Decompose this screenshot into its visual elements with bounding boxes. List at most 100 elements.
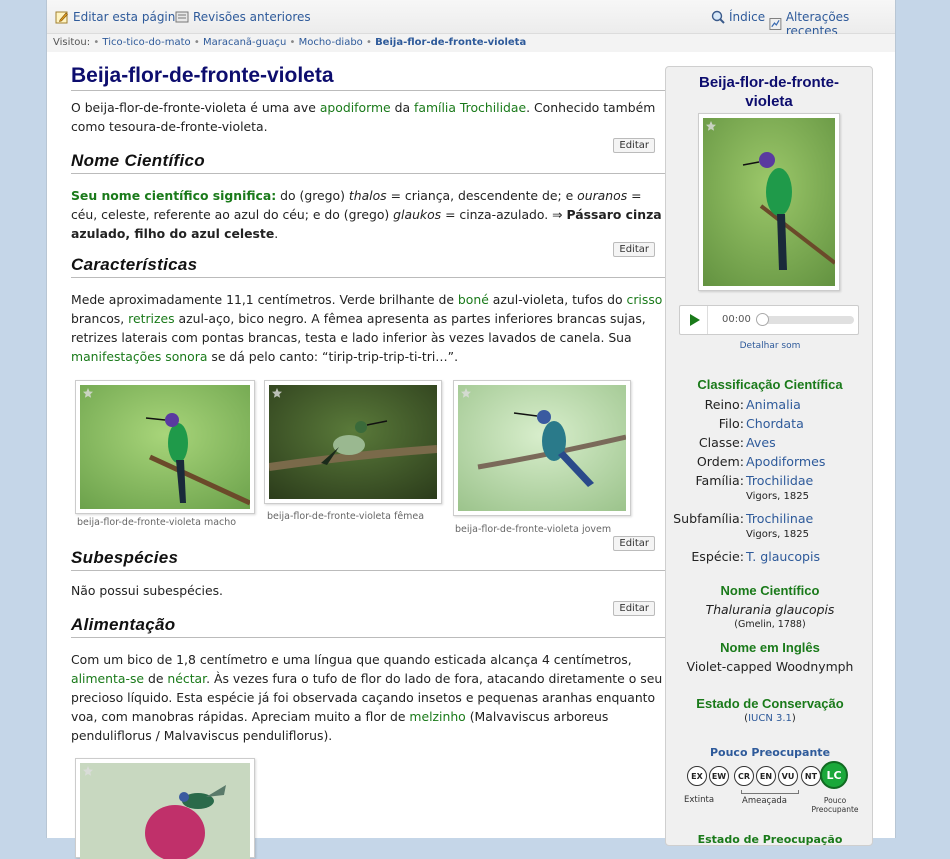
name-meaning-link[interactable]: Seu nome científico significa:: [71, 188, 276, 203]
scientific-name-author: (Gmelin, 1788): [734, 619, 806, 630]
magnifier-icon: [711, 10, 725, 24]
status-vu-badge: VU: [778, 766, 798, 786]
audio-progress-handle[interactable]: [756, 313, 769, 326]
taxonomy-link[interactable]: Animalia: [746, 397, 801, 412]
english-name-heading: Nome em Inglês: [720, 640, 820, 655]
gallery-image-male[interactable]: [75, 380, 255, 514]
breadcrumb-link[interactable]: Mocho-diabo: [299, 37, 363, 48]
taxonomy-rank: Ordem:: [696, 454, 744, 469]
characteristics-paragraph: Mede aproximadamente 11,1 centímetros. V…: [71, 292, 663, 364]
taxonomy-rank: Filo:: [718, 416, 744, 431]
taxonomy-rank: Subfamília:: [673, 511, 744, 526]
iucn-link[interactable]: IUCN 3.1: [748, 713, 792, 724]
top-toolbar: Editar esta página Revisões anteriores Í…: [47, 0, 895, 38]
hummingbird-flower-photo: [80, 763, 250, 859]
iucn-reference: (IUCN 3.1): [744, 713, 796, 724]
audio-time: 00:00: [722, 314, 751, 325]
edit-section-button[interactable]: Editar: [613, 601, 655, 616]
taxonomy-link[interactable]: Aves: [746, 435, 776, 450]
taxonomy-link[interactable]: T. glaucopis: [746, 549, 820, 564]
food-paragraph: Com um bico de 1,8 centímetro e uma líng…: [71, 652, 663, 743]
star-icon: [83, 766, 93, 776]
audio-detail-link[interactable]: Detalhar som: [740, 341, 801, 351]
article-content: Beija-flor-de-fronte-violeta O beija-flo…: [71, 58, 665, 859]
threatened-bracket: [741, 790, 799, 794]
status-ew-badge: EW: [709, 766, 729, 786]
melzinho-link[interactable]: melzinho: [409, 709, 465, 724]
taxonomy-link[interactable]: Trochilinae: [746, 511, 813, 526]
recent-changes-icon: [769, 18, 782, 30]
status-cr-badge: CR: [734, 766, 754, 786]
page-title: Beija-flor-de-fronte-violeta: [71, 64, 665, 91]
section-heading-subspecies: Subespécies: [71, 548, 665, 571]
legend-least-concern: Pouco Preocupante: [811, 796, 859, 814]
breadcrumb-link[interactable]: Tico-tico-do-mato: [102, 37, 190, 48]
play-icon: [690, 314, 700, 326]
edit-page-link[interactable]: Editar esta página: [55, 10, 183, 24]
hummingbird-female-photo: [269, 385, 437, 499]
audio-progress-bar[interactable]: [756, 313, 854, 326]
page: Editar esta página Revisões anteriores Í…: [46, 0, 896, 859]
taxonomy-author: Vigors, 1825: [746, 529, 809, 540]
star-icon: [83, 388, 93, 398]
star-icon: [461, 388, 471, 398]
section-heading-scientific-name: Nome Científico: [71, 151, 665, 174]
play-button[interactable]: [680, 306, 708, 334]
gallery-image-female[interactable]: [264, 380, 442, 504]
conservation-heading: Estado de Conservação: [696, 696, 844, 711]
english-name: Violet-capped Woodnymph: [686, 659, 854, 674]
status-en-badge: EN: [756, 766, 776, 786]
breadcrumb-current[interactable]: Beija-flor-de-fronte-violeta: [375, 37, 526, 48]
sound-link[interactable]: manifestações sonora: [71, 349, 207, 364]
star-icon: [272, 388, 282, 398]
gallery-image-young[interactable]: [453, 380, 631, 516]
breadcrumb-link[interactable]: Maracanã-guaçu: [203, 37, 286, 48]
taxonomy-rank: Classe:: [698, 435, 744, 450]
status-nt-badge: NT: [801, 766, 821, 786]
taxonomy-rank: Família:: [695, 473, 744, 488]
trochilidae-link[interactable]: família Trochilidae: [414, 100, 526, 115]
intro-paragraph: O beija-flor-de-fronte-violeta é uma ave…: [71, 100, 656, 134]
infobox-main-image[interactable]: [698, 113, 840, 291]
hummingbird-young-photo: [458, 385, 626, 511]
taxonomy-link[interactable]: Trochilidae: [746, 473, 813, 488]
section-heading-food: Alimentação: [71, 615, 665, 638]
revisions-link[interactable]: Revisões anteriores: [175, 10, 311, 24]
subspecies-paragraph: Não possui subespécies.: [71, 583, 223, 598]
taxonomy-rank: Reino:: [704, 397, 744, 412]
species-infobox: Beija-flor-de-fronte-violeta 00:00 Detal…: [665, 66, 873, 846]
status-lc-badge: LC: [820, 761, 848, 789]
taxonomy-link[interactable]: Apodiformes: [746, 454, 825, 469]
pencil-icon: [55, 11, 68, 24]
retrizes-link[interactable]: retrizes: [128, 311, 174, 326]
apodiforme-link[interactable]: apodiforme: [320, 100, 391, 115]
nectar-link[interactable]: néctar: [167, 671, 206, 686]
gallery-caption: beija-flor-de-fronte-violeta fêmea: [267, 511, 425, 522]
infobox-title: Beija-flor-de-fronte-violeta: [699, 74, 839, 110]
classification-heading: Classificação Científica: [697, 377, 843, 392]
section-heading-characteristics: Características: [71, 255, 665, 278]
taxonomy-rank: Espécie:: [691, 549, 744, 564]
scientific-name: Thalurania glaucopis: [705, 602, 835, 617]
star-icon: [706, 121, 716, 131]
hummingbird-male-photo: [80, 385, 250, 509]
crisso-link[interactable]: crisso: [627, 292, 663, 307]
bone-link[interactable]: boné: [458, 292, 489, 307]
legend-extinct: Extinta: [684, 795, 715, 805]
taxonomy-author: Vigors, 1825: [746, 491, 809, 502]
scientific-name-paragraph: Seu nome científico significa: do (grego…: [71, 188, 662, 241]
gallery-image-feeding[interactable]: [75, 758, 255, 859]
hummingbird-main-photo: [703, 118, 835, 286]
visited-breadcrumb: Visitou: • Tico-tico-do-mato • Maracanã-…: [47, 34, 895, 52]
conservation-status-label: Pouco Preocupante: [709, 746, 831, 759]
status-ex-badge: EX: [687, 766, 707, 786]
index-link[interactable]: Índice: [711, 10, 765, 24]
gallery-caption: beija-flor-de-fronte-violeta jovem: [455, 524, 612, 535]
revisions-icon: [175, 11, 189, 23]
legend-threatened: Ameaçada: [742, 796, 788, 806]
bottom-partial-heading: Estado de Preocupação: [697, 833, 843, 846]
scientific-name-heading: Nome Científico: [720, 583, 820, 598]
audio-player: 00:00: [679, 305, 859, 335]
alimenta-se-link[interactable]: alimenta-se: [71, 671, 144, 686]
taxonomy-link[interactable]: Chordata: [746, 416, 804, 431]
